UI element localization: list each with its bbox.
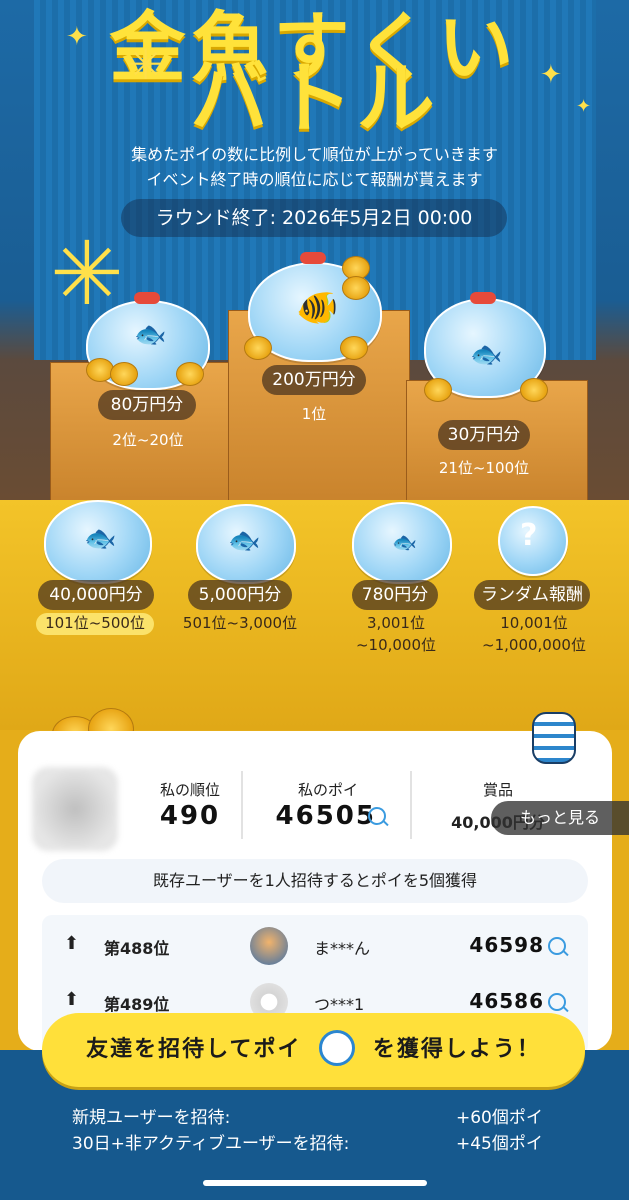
poi-icon	[319, 1030, 356, 1066]
bag-ribbon	[300, 252, 326, 264]
my-poi-value: 46505	[275, 801, 376, 831]
coin-icon	[340, 336, 368, 360]
reward-new-user-label: 新規ユーザーを招待:	[72, 1108, 231, 1128]
prize-amount-6: 780円分	[352, 580, 438, 610]
description-line-1: 集めたポイの数に比例して順位が上がっていきます	[131, 145, 498, 164]
bag-ribbon	[470, 292, 496, 304]
goldfish-icon: 🐟	[134, 320, 167, 350]
prize-amount-2: 80万円分	[98, 390, 196, 420]
divider	[241, 771, 243, 839]
my-rank-label: 私の順位	[159, 781, 220, 799]
goldfish-icon: 🐟	[392, 530, 417, 554]
ranking-username: つ***1	[314, 995, 365, 1014]
prize-rank-2: 2位~20位	[112, 431, 184, 449]
ranking-position: 第489位	[104, 995, 170, 1014]
poi-icon	[548, 937, 566, 955]
arrow-up-icon: ⬆	[64, 989, 80, 1010]
my-poi-label: 私のポイ	[297, 781, 358, 799]
coin-icon	[110, 362, 138, 386]
divider	[410, 771, 412, 839]
sparkle-icon: ✳	[128, 40, 164, 89]
ranking-score: 46598	[469, 933, 544, 957]
my-status-card: 私の順位 490 私のポイ 46505 賞品 40,000円分 既存ユーザーを1…	[18, 731, 612, 1055]
prize-rank-6-line2: ~10,000位	[355, 636, 437, 654]
coin-icon	[342, 276, 370, 300]
bag-ribbon	[134, 292, 160, 304]
invite-note: 既存ユーザーを1人招待するとポイを5個獲得	[42, 859, 588, 903]
ranking-position: 第488位	[104, 939, 170, 958]
round-end-badge: ラウンド終了: 2026年5月2日 00:00	[121, 199, 507, 237]
question-mark-icon: ?	[520, 518, 538, 553]
prize-amount-4: 40,000円分	[38, 580, 154, 610]
prize-rank-7-line2: ~1,000,000位	[482, 636, 586, 654]
prize-rank-7-line1: 10,001位	[500, 614, 568, 632]
avatar	[32, 767, 118, 851]
see-more-button[interactable]: もっと見る	[491, 801, 629, 835]
reward-inactive-user-value: +45個ポイ	[456, 1134, 543, 1154]
sparkle-icon: ✦	[540, 60, 562, 90]
prize-rank-3: 21位~100位	[438, 459, 530, 477]
prize-rank-1: 1位	[301, 405, 327, 423]
goldfish-icon: 🐟	[84, 524, 117, 554]
poi-icon	[368, 807, 386, 825]
reward-new-user-value: +60個ポイ	[456, 1108, 543, 1128]
home-indicator[interactable]	[203, 1180, 427, 1186]
coin-icon	[176, 362, 204, 386]
ranking-row: ⬆ 第488位 ま***ん 46598	[42, 919, 588, 975]
coin-icon	[244, 336, 272, 360]
invite-friends-button[interactable]: 友達を招待してポイ を獲得しよう！	[42, 1013, 585, 1087]
my-rank-value: 490	[159, 801, 221, 831]
prize-amount-7: ランダム報酬	[474, 580, 590, 610]
ranking-score: 46586	[469, 989, 544, 1013]
arrow-up-icon: ⬆	[64, 933, 80, 954]
prize-rank-5: 501位~3,000位	[182, 614, 298, 632]
invite-button-label: 友達を招待してポイ	[86, 1037, 302, 1062]
prize-amount-5: 5,000円分	[188, 580, 292, 610]
avatar	[250, 927, 288, 965]
poi-icon	[548, 993, 566, 1011]
invite-button-label-end: を獲得しよう！	[372, 1037, 541, 1062]
prize-amount-1: 200万円分	[262, 365, 366, 395]
goldfish-icon: 🐟	[228, 526, 261, 556]
goldfish-icon: 🐟	[470, 340, 503, 370]
hero-banner: 金魚すくい バトル ✦ ✳ ✦ ✦ ✳ 集めたポイの数に比例して順位が上がってい…	[0, 0, 629, 500]
reward-inactive-user-label: 30日+非アクティブユーザーを招待:	[72, 1134, 350, 1154]
prize-amount-3: 30万円分	[438, 420, 530, 450]
my-prize-label: 賞品	[482, 781, 513, 799]
description-line-2: イベント終了時の順位に応じて報酬が貰えます	[146, 170, 483, 189]
coin-icon	[520, 378, 548, 402]
prize-rank-4: 101位~500位	[36, 613, 154, 635]
event-title: バトル	[190, 54, 439, 144]
sparkle-icon: ✦	[66, 22, 88, 52]
coin-icon	[424, 378, 452, 402]
goldfish-icon: 🐠	[296, 288, 339, 328]
ranking-username: ま***ん	[314, 939, 371, 958]
sparkle-icon: ✦	[576, 96, 592, 117]
prize-rank-6-line1: 3,001位	[367, 614, 425, 632]
lantern-icon	[532, 712, 576, 764]
